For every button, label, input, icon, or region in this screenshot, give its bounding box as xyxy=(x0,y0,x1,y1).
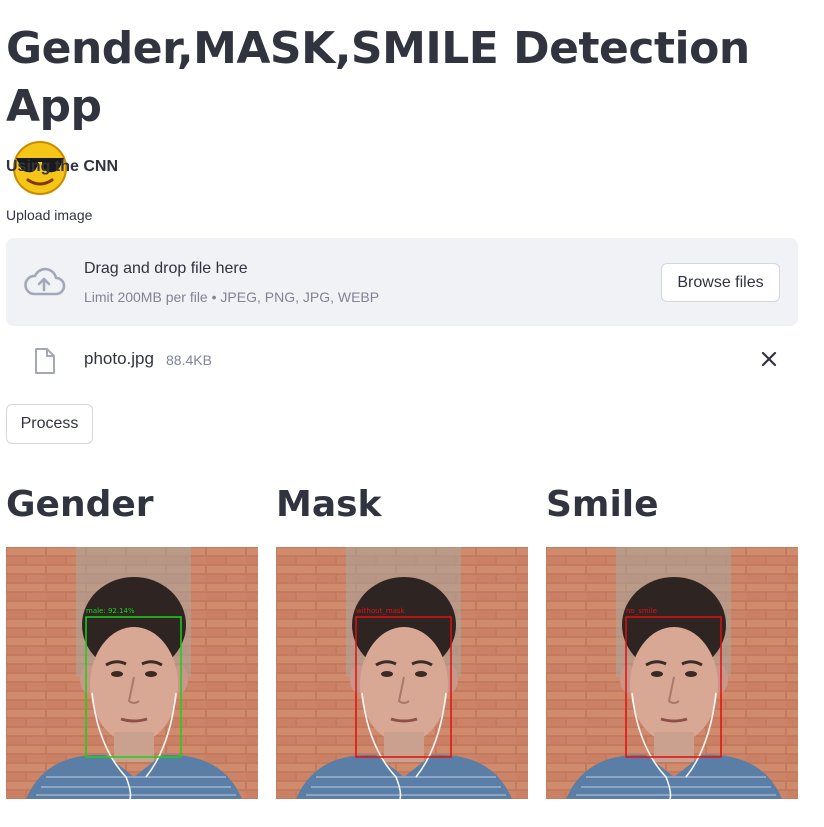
close-icon[interactable] xyxy=(758,348,780,370)
result-column-gender: Gender male: 92.14% xyxy=(6,480,258,799)
dropzone-limit-text: Limit 200MB per file • JPEG, PNG, JPG, W… xyxy=(84,289,380,305)
result-image-smile: no_smile xyxy=(546,547,798,799)
result-heading: Mask xyxy=(276,484,382,525)
result-heading: Smile xyxy=(546,484,659,525)
detection-label: without_mask xyxy=(356,607,406,615)
uploaded-file-row: photo.jpg 88.4KB xyxy=(6,338,798,382)
result-image-mask: without_mask xyxy=(276,547,528,799)
uploaded-file-size: 88.4KB xyxy=(166,352,212,368)
app-page: Gender,MASK,SMILE Detection App Using th… xyxy=(0,0,824,827)
dropzone-instructions: Drag and drop file here xyxy=(84,260,248,277)
result-image-gender: male: 92.14% xyxy=(6,547,258,799)
result-column-mask: Mask without_mask xyxy=(276,480,528,799)
file-icon xyxy=(35,348,55,374)
page-title: Gender,MASK,SMILE Detection App xyxy=(6,20,806,196)
uploaded-file-name: photo.jpg xyxy=(84,349,154,368)
file-dropzone[interactable]: Drag and drop file here Limit 200MB per … xyxy=(6,238,798,326)
subtitle: Using the CNN xyxy=(6,158,118,175)
browse-files-button[interactable]: Browse files xyxy=(661,263,780,302)
process-button[interactable]: Process xyxy=(6,404,93,444)
result-heading: Gender xyxy=(6,484,154,525)
page-title-text: Gender,MASK,SMILE Detection App xyxy=(6,23,750,132)
cloud-upload-icon xyxy=(24,267,66,296)
detection-label: male: 92.14% xyxy=(86,607,135,615)
result-column-smile: Smile no_smile xyxy=(546,480,798,799)
detection-label: no_smile xyxy=(626,607,657,615)
upload-label: Upload image xyxy=(6,207,93,223)
